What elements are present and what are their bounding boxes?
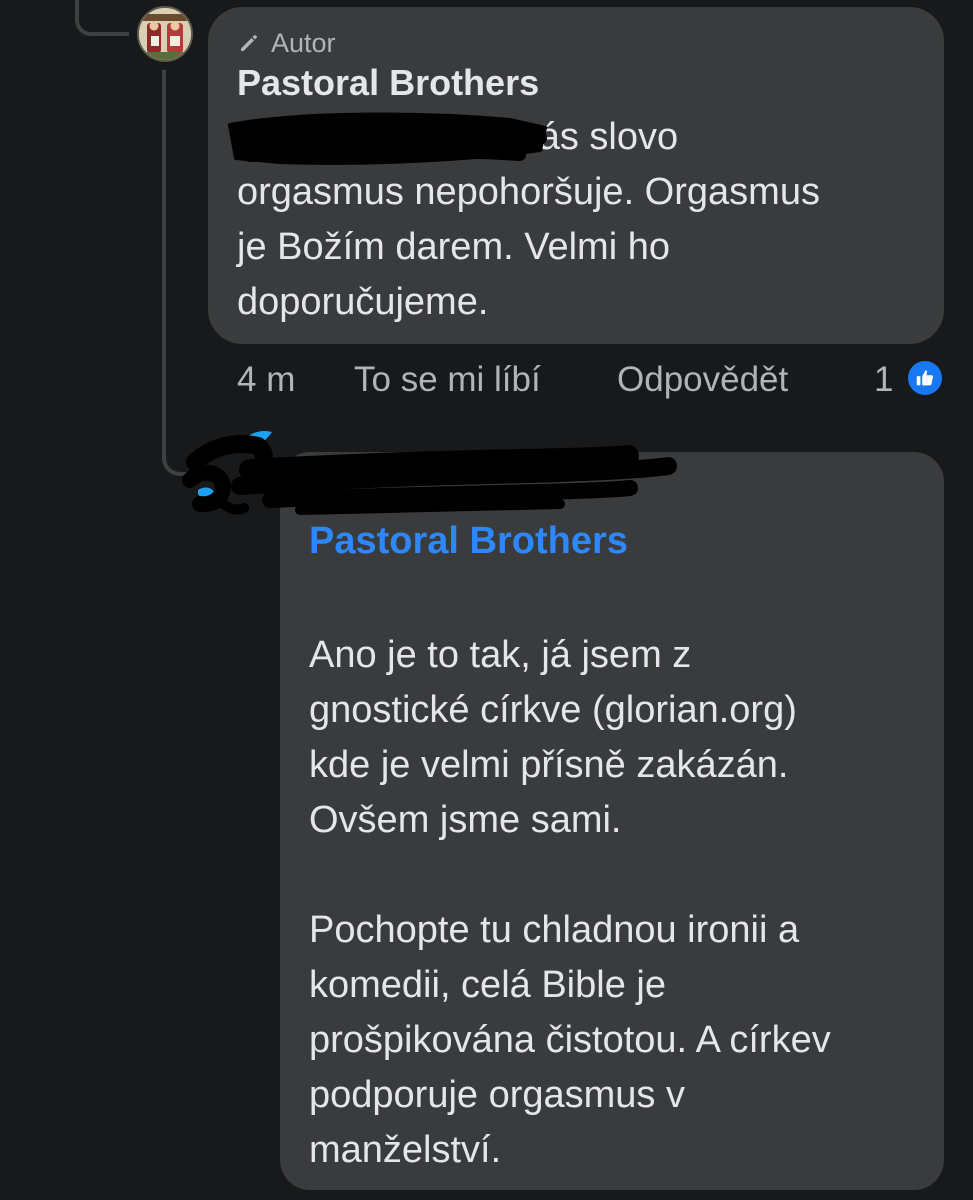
author-avatar[interactable] <box>137 6 193 62</box>
avatar-image <box>139 8 191 60</box>
thread-connector-top <box>75 0 129 36</box>
thread-connector-reply <box>162 70 196 476</box>
comment-author[interactable]: Pastoral Brothers <box>237 62 539 104</box>
comment-time[interactable]: 4 m <box>237 355 295 405</box>
like-button[interactable]: To se mi líbí <box>354 355 541 405</box>
thumbs-up-icon[interactable] <box>906 359 944 397</box>
author-badge: Autor <box>237 26 336 60</box>
pencil-icon <box>241 35 257 51</box>
comment-text: a nás slovo orgasmus nepohoršuje. Orgasm… <box>237 110 927 330</box>
reply-mention[interactable]: Pastoral Brothers <box>309 520 628 563</box>
reply-text: Ano je to tak, já jsem z gnostické církv… <box>309 634 831 1171</box>
badge-label: Autor <box>271 27 336 58</box>
comment-mention[interactable]: a <box>237 110 507 165</box>
thumbs-up-glyph <box>916 370 934 386</box>
reaction-count[interactable]: 1 <box>874 355 893 405</box>
reply-button[interactable]: Odpovědět <box>617 355 788 405</box>
